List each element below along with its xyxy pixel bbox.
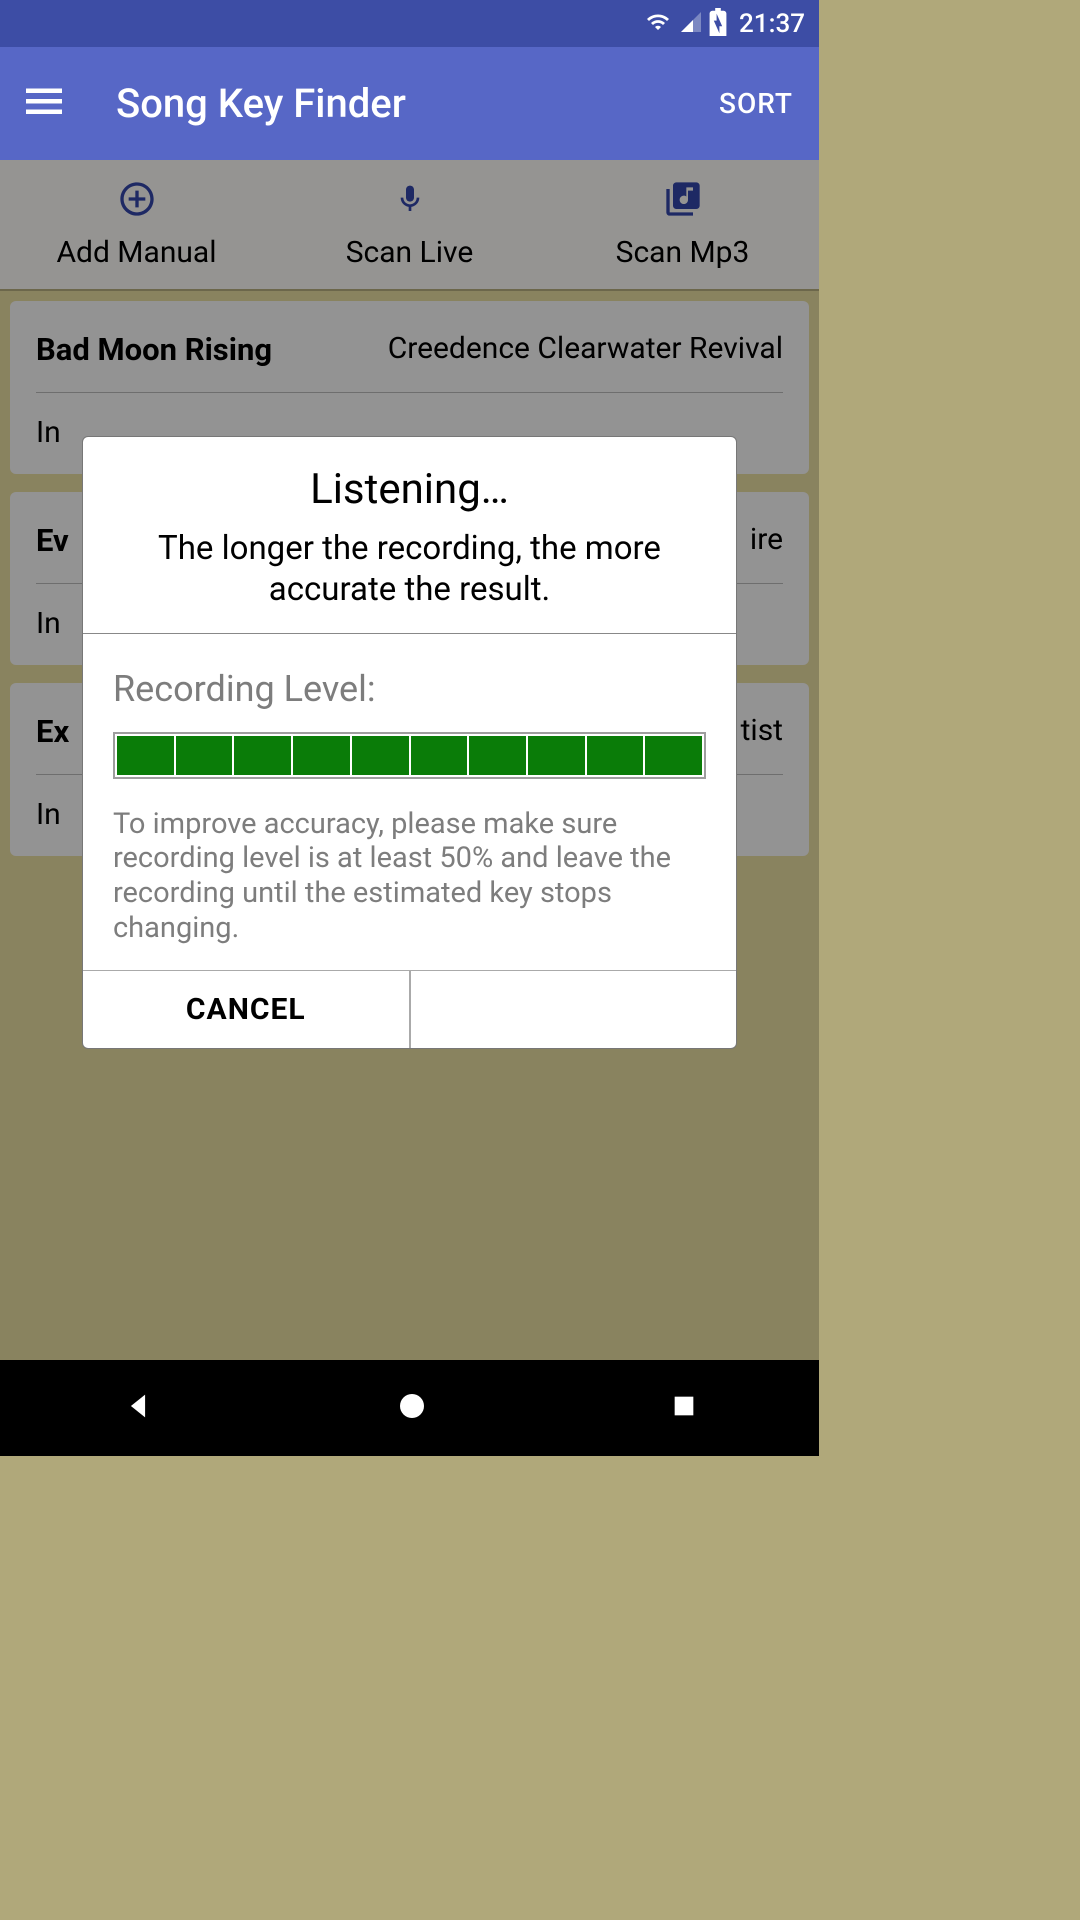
dialog-subtitle: The longer the recording, the more accur… — [103, 528, 716, 611]
dialog-title: Listening… — [103, 465, 716, 514]
level-segment — [352, 736, 409, 775]
menu-icon[interactable] — [26, 88, 62, 120]
level-segment — [293, 736, 350, 775]
level-segment — [411, 736, 468, 775]
level-segment — [469, 736, 526, 775]
page-title: Song Key Finder — [116, 80, 719, 127]
level-segment — [645, 736, 702, 775]
back-icon[interactable] — [121, 1389, 155, 1427]
level-segment — [176, 736, 233, 775]
listening-dialog: Listening… The longer the recording, the… — [82, 436, 737, 1049]
cancel-button[interactable]: CANCEL — [83, 971, 411, 1048]
app-bar: Song Key Finder SORT — [0, 47, 819, 160]
recording-level-label: Recording Level: — [113, 668, 706, 710]
recent-icon[interactable] — [670, 1392, 698, 1424]
sort-button[interactable]: SORT — [719, 87, 793, 120]
dialog-help-text: To improve accuracy, please make sure re… — [113, 807, 706, 946]
home-icon[interactable] — [396, 1390, 428, 1426]
clock-text: 21:37 — [739, 9, 805, 39]
level-segment — [117, 736, 174, 775]
dialog-empty-button[interactable] — [411, 971, 737, 1048]
level-segment — [587, 736, 644, 775]
level-segment — [234, 736, 291, 775]
status-bar: 21:37 — [0, 0, 819, 47]
level-segment — [528, 736, 585, 775]
system-nav-bar — [0, 1360, 819, 1456]
wifi-icon — [643, 10, 673, 38]
signal-icon — [679, 10, 703, 38]
battery-charging-icon — [709, 8, 727, 40]
recording-level-bar — [113, 732, 706, 779]
